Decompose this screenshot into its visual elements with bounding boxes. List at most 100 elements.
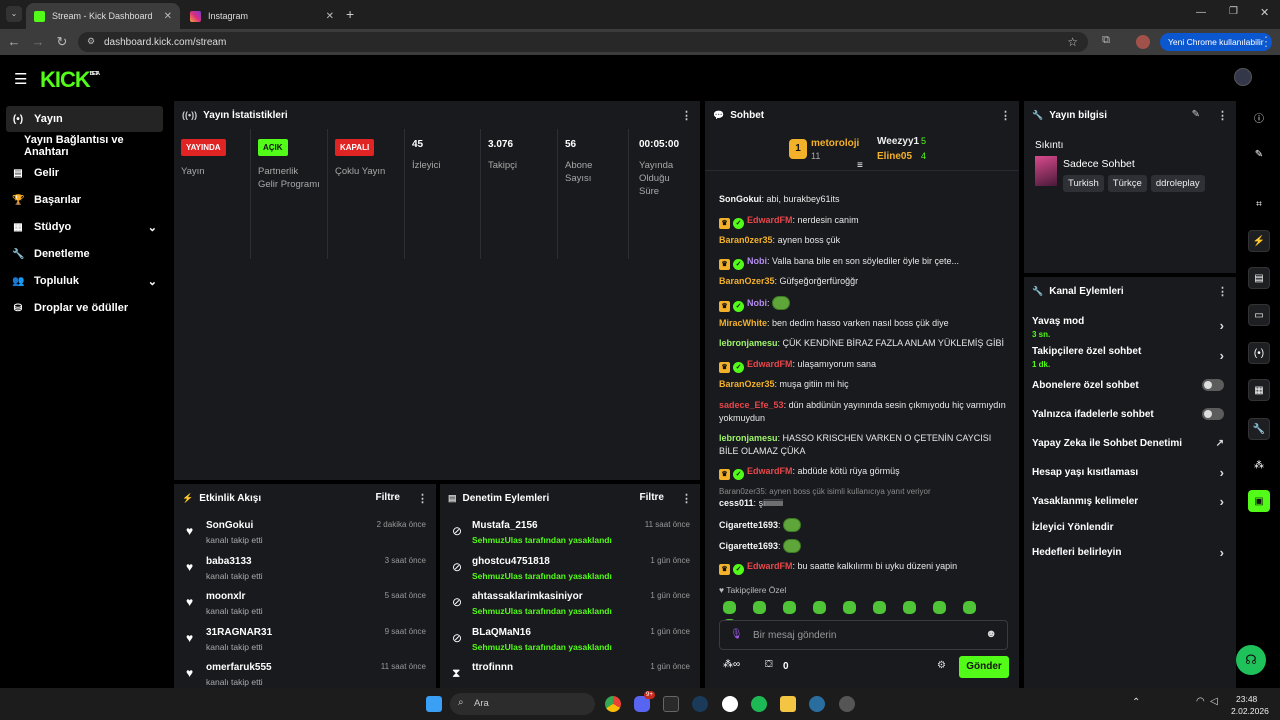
taskbar-search[interactable]: ⌕ Ara xyxy=(450,693,595,715)
channel-action-5[interactable]: Hesap yaşı kısıtlaması › xyxy=(1032,460,1228,484)
channel-action-0[interactable]: Yavaş mod 3 sn. › xyxy=(1032,313,1228,340)
emoji-icon[interactable]: ☻ xyxy=(985,628,997,640)
kick-logo[interactable]: KICKBETA xyxy=(40,67,100,93)
chat-username[interactable]: BaranOzer35 xyxy=(719,276,775,286)
filter-button[interactable]: Filtre xyxy=(640,492,664,503)
chrome-menu-icon[interactable]: ⋮ xyxy=(1258,34,1274,50)
leader-name[interactable]: Eline05 xyxy=(877,151,912,162)
yandex-icon[interactable] xyxy=(722,696,738,712)
username[interactable]: 31RAGNAR31 xyxy=(206,627,272,638)
tag-chip[interactable]: Türkçe xyxy=(1107,175,1147,192)
clapper-icon[interactable]: ▣ xyxy=(1248,490,1270,512)
chat-username[interactable]: sadece_Efe_53 xyxy=(719,400,784,410)
more-options-icon[interactable]: ⋮ xyxy=(681,109,692,122)
chat-username[interactable]: Nobi xyxy=(747,256,767,266)
tab-kick-dashboard[interactable]: Stream - Kick Dashboard ✕ xyxy=(26,3,180,29)
chrome-icon[interactable] xyxy=(605,696,621,712)
tag-chip[interactable]: Turkish xyxy=(1063,175,1104,192)
collapse-icon[interactable]: ≡ xyxy=(857,160,863,171)
filter-button[interactable]: Filtre xyxy=(376,492,400,503)
info-icon[interactable]: ⓘ xyxy=(1248,106,1270,128)
back-icon[interactable]: ← xyxy=(6,34,22,49)
chat-message[interactable]: Cigarette1693: xyxy=(719,538,1009,553)
maximize-icon[interactable]: ❐ xyxy=(1229,6,1238,17)
spotify-icon[interactable] xyxy=(751,696,767,712)
chat-username[interactable]: Cigarette1693 xyxy=(719,541,778,551)
sidebar-item-denetleme[interactable]: 🔧 Denetleme xyxy=(6,241,163,267)
chat-message[interactable]: sadece_Efe_53: dün abdünün yayınında ses… xyxy=(719,399,1009,425)
bolt-icon[interactable]: ⚡ xyxy=(1248,230,1270,252)
activity-row[interactable]: ♥ 31RAGNAR31 kanalı takip etti 9 saat önce xyxy=(174,623,436,659)
chat-username[interactable]: BaranOzer35 xyxy=(719,379,775,389)
more-options-icon[interactable]: ⋮ xyxy=(1217,285,1228,298)
toggle-switch[interactable] xyxy=(1202,379,1224,391)
windows-start-icon[interactable] xyxy=(426,696,442,712)
support-button[interactable]: ☊ xyxy=(1236,645,1266,675)
chat-username[interactable]: EdwardFM xyxy=(747,215,793,225)
pencil-icon[interactable]: ✎ xyxy=(1248,143,1270,165)
leader-name[interactable]: Weezyy1 xyxy=(877,136,919,147)
toggle-switch[interactable] xyxy=(1202,408,1224,420)
username[interactable]: ahtassaklarimkasiniyor xyxy=(472,591,583,602)
emote-image[interactable] xyxy=(772,295,791,310)
chat-username[interactable]: SonGokui xyxy=(719,194,762,204)
emote-image[interactable] xyxy=(783,538,802,553)
channel-action-3[interactable]: Yalnızca ifadelerle sohbet xyxy=(1032,402,1228,426)
extensions-icon[interactable]: ⧉ xyxy=(1098,34,1114,47)
username[interactable]: moonxlr xyxy=(206,591,245,602)
edit-icon[interactable]: ✎ xyxy=(1192,109,1200,120)
activity-row[interactable]: ♥ SonGokui kanalı takip etti 2 dakika önce xyxy=(174,516,436,552)
close-window-icon[interactable]: ✕ xyxy=(1260,6,1269,19)
moderation-row[interactable]: ⊘ BLaQMaN16 SehmuzUlas tarafından yasaklan… xyxy=(440,623,700,659)
activity-row[interactable]: ♥ moonxlr kanalı takip etti 5 saat önce xyxy=(174,587,436,623)
layout-icon[interactable]: ▦ xyxy=(1248,379,1270,401)
new-tab-button[interactable]: + xyxy=(346,6,354,22)
steam-icon[interactable] xyxy=(692,696,708,712)
wifi-icon[interactable]: ◠ xyxy=(1196,696,1205,707)
sidebar-item-stream-key[interactable]: Yayın Bağlantısı ve Anahtarı xyxy=(6,133,163,159)
epic-games-icon[interactable] xyxy=(663,696,679,712)
user-avatar[interactable] xyxy=(1234,68,1252,86)
channel-action-2[interactable]: Abonelere özel sohbet xyxy=(1032,373,1228,397)
tab-instagram[interactable]: Instagram ✕ xyxy=(182,3,342,29)
site-info-icon[interactable]: ⚙ xyxy=(87,36,95,47)
more-options-icon[interactable]: ⋮ xyxy=(417,492,428,505)
chat-message[interactable]: ♛ ✓ EdwardFM: ulaşamıyorum sana xyxy=(719,358,1009,373)
chat-username[interactable]: MiracWhite xyxy=(719,318,767,328)
chat-username[interactable]: lebronjamesu xyxy=(719,433,778,443)
hamburger-menu-icon[interactable]: ☰ xyxy=(14,70,27,88)
username[interactable]: omerfaruk555 xyxy=(206,662,272,673)
document-icon[interactable]: ▤ xyxy=(1248,267,1270,289)
chat-settings-icon[interactable]: ⚙ xyxy=(937,660,946,671)
username[interactable]: ghostcu4751818 xyxy=(472,556,550,567)
chat-message[interactable]: lebronjamesu: HASSO KRISCHEN VARKEN O ÇE… xyxy=(719,432,1009,458)
close-tab-icon[interactable]: ✕ xyxy=(164,11,172,22)
clock-date[interactable]: 2.02.2026 xyxy=(1231,706,1269,716)
chat-bubble-icon[interactable]: ▭ xyxy=(1248,304,1270,326)
chat-message[interactable]: ♛ ✓ EdwardFM: nerdesin canim xyxy=(719,214,1009,229)
tag-chip[interactable]: ddroleplay xyxy=(1150,175,1205,192)
microphone-icon[interactable]: 🎙 xyxy=(730,629,743,640)
chat-message[interactable]: SonGokui: abi, burakbey61its xyxy=(719,193,1009,206)
chat-message[interactable]: Baran0zer35: aynen boss çük xyxy=(719,234,1009,247)
emote-image[interactable] xyxy=(783,517,802,532)
gift-icon[interactable]: ⛋ xyxy=(765,659,773,670)
chrome-update-button[interactable]: Yeni Chrome kullanılabilir xyxy=(1160,33,1272,51)
chat-username[interactable]: cess011 xyxy=(719,498,754,508)
chat-message[interactable]: ♛ ✓ Nobi: xyxy=(719,295,1009,312)
sidebar-item-droplar[interactable]: ⛁ Droplar ve ödüller xyxy=(6,295,163,321)
username[interactable]: SonGokui xyxy=(206,520,253,531)
category-name[interactable]: Sadece Sohbet xyxy=(1063,158,1135,170)
channel-points-icon[interactable]: ⁂∞ xyxy=(723,659,740,670)
chat-message[interactable]: ♛ ✓ EdwardFM: abdüde kötü rüya görmüş xyxy=(719,465,1009,480)
address-bar[interactable]: ⚙ dashboard.kick.com/stream ☆ xyxy=(78,32,1088,52)
profile-avatar[interactable] xyxy=(1136,35,1150,49)
minimize-icon[interactable]: — xyxy=(1196,7,1206,18)
activity-row[interactable]: ♥ baba3133 kanalı takip etti 3 saat önce xyxy=(174,552,436,588)
chat-message[interactable]: ♛ ✓ EdwardFM: bu saatte kalkılırmı bi uyku… xyxy=(719,560,1009,575)
chat-username[interactable]: Nobi xyxy=(747,298,767,308)
sidebar-item-basarilar[interactable]: 🏆 Başarılar xyxy=(6,187,163,213)
volume-icon[interactable]: ◁ xyxy=(1210,696,1218,707)
channel-action-1[interactable]: Takipçilere özel sohbet 1 dk. › xyxy=(1032,343,1228,370)
forward-icon[interactable]: → xyxy=(30,34,46,49)
